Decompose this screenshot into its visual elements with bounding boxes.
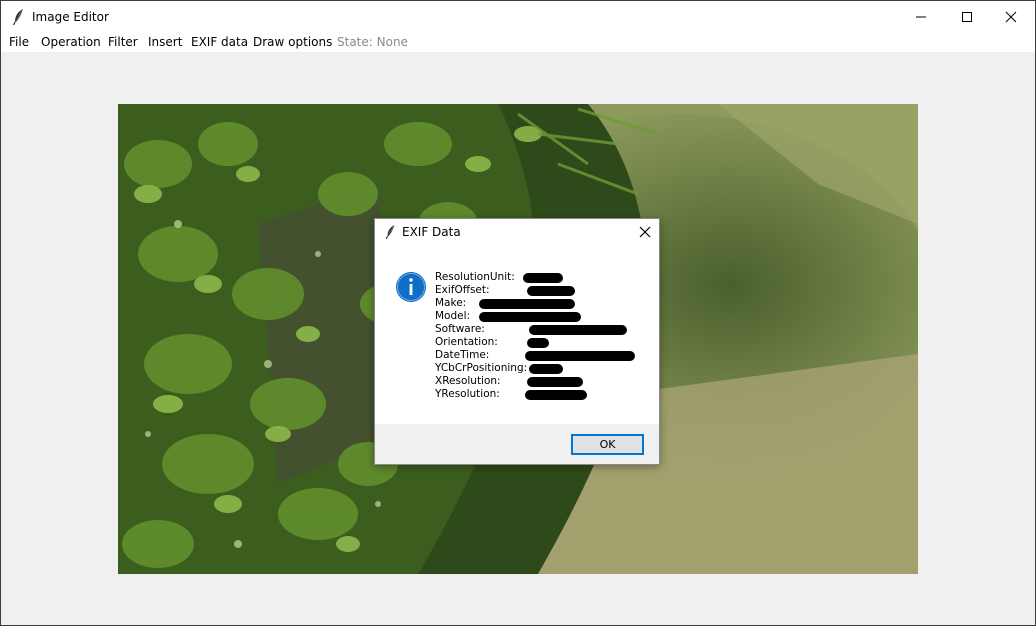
redaction-mark (527, 377, 583, 387)
redaction-mark (523, 273, 563, 283)
exif-dialog: EXIF Data ResolutionUnit: ExifOffset: Ma… (374, 218, 660, 465)
close-icon (639, 226, 651, 238)
redaction-mark (529, 325, 627, 335)
exif-key: Orientation: (435, 336, 498, 348)
redaction-mark (479, 299, 575, 309)
app-window: Image Editor File Operation Filter Inser… (0, 0, 1036, 626)
menu-draw-options[interactable]: Draw options (253, 35, 332, 49)
minimize-button[interactable] (898, 1, 944, 33)
window-title: Image Editor (32, 10, 109, 24)
exif-key: ResolutionUnit: (435, 271, 515, 283)
exif-key: Make: (435, 297, 467, 309)
close-icon (1005, 11, 1017, 23)
feather-icon (11, 8, 27, 26)
exif-key: ExifOffset: (435, 284, 490, 296)
redaction-mark (527, 338, 549, 348)
exif-key: XResolution: (435, 375, 501, 387)
exif-key: YResolution: (435, 388, 500, 400)
dialog-footer: OK (375, 424, 659, 464)
redaction-mark (525, 351, 635, 361)
menu-filter[interactable]: Filter (108, 35, 138, 49)
dialog-title-bar: EXIF Data (375, 219, 659, 246)
redaction-mark (529, 364, 563, 374)
dialog-title: EXIF Data (402, 225, 461, 239)
feather-icon (384, 224, 398, 240)
menu-file[interactable]: File (9, 35, 29, 49)
exif-key: Software: (435, 323, 485, 335)
menu-operation[interactable]: Operation (41, 35, 101, 49)
maximize-icon (962, 12, 972, 22)
ok-button[interactable]: OK (571, 434, 644, 455)
dialog-close-button[interactable] (635, 222, 655, 242)
minimize-icon (916, 16, 926, 18)
state-label: State: None (337, 35, 408, 49)
close-window-button[interactable] (988, 1, 1034, 33)
exif-key: Model: (435, 310, 471, 322)
menu-bar: File Operation Filter Insert EXIF data D… (1, 33, 1035, 52)
redaction-mark (527, 286, 575, 296)
menu-insert[interactable]: Insert (148, 35, 182, 49)
exif-key: YCbCrPositioning: (435, 362, 528, 374)
redaction-mark (479, 312, 581, 322)
exif-key: DateTime: (435, 349, 490, 361)
info-icon (395, 271, 427, 303)
maximize-button[interactable] (944, 1, 990, 33)
redaction-mark (525, 390, 587, 400)
menu-exif-data[interactable]: EXIF data (191, 35, 248, 49)
title-bar: Image Editor (1, 1, 1035, 33)
